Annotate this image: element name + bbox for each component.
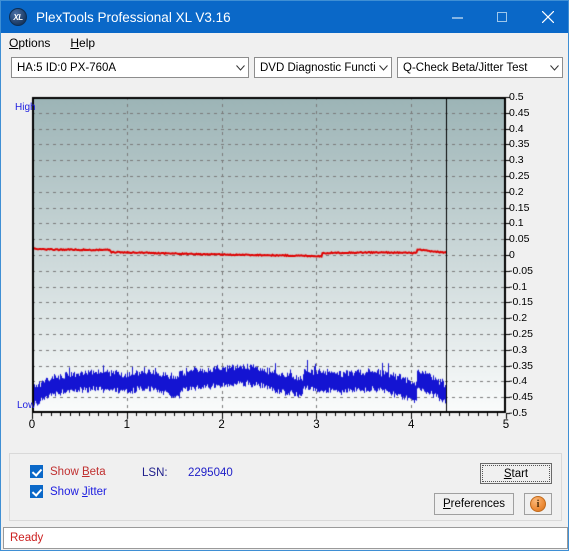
start-button[interactable]: Start: [480, 463, 552, 484]
x-axis-tick-label: 5: [502, 419, 510, 431]
y-axis-tick-label: 0.5: [509, 91, 524, 103]
checkbox-check-icon: [30, 465, 43, 478]
x-axis-tick-label: 2: [218, 419, 225, 431]
toolbar: HA:5 ID:0 PX-760A DVD Diagnostic Functio…: [1, 53, 568, 81]
y-axis-tick-label: -0.05: [509, 264, 533, 277]
show-jitter-label: Show Jitter: [50, 485, 107, 498]
bottom-controls-panel: Show Beta Show Jitter LSN: 2295040 Start…: [9, 453, 562, 521]
y-axis-tick-label: 0.25: [509, 170, 530, 182]
chart-panel: High Low 0.5 0.45 0.4 0.35 0.3 0.25 0.2 0.15 0.1…: [9, 87, 562, 443]
y-axis-tick-label: 0.1: [509, 217, 524, 230]
y-axis-tick-label: -0.1: [509, 280, 528, 293]
show-jitter-checkbox[interactable]: Show Jitter: [30, 485, 107, 498]
x-axis-tick-label: 3: [313, 419, 320, 431]
test-select-value: Q-Check Beta/Jitter Test: [403, 61, 528, 74]
test-select[interactable]: Q-Check Beta/Jitter Test: [397, 57, 563, 78]
window-controls: [435, 1, 568, 33]
y-axis-tick-label: 0.2: [509, 185, 524, 198]
x-axis-tick-label: 4: [407, 419, 415, 431]
menu-item-help[interactable]: Help: [70, 36, 95, 50]
y-axis-tick-label: 0.35: [509, 138, 530, 151]
plextools-app-icon: XL: [9, 8, 27, 26]
y-axis-tick-label: -0.4: [509, 375, 528, 388]
y-axis-tick-label: 0.4: [509, 122, 524, 135]
plextools-window: XL PlexTools Professional XL V3.16 Optio…: [0, 0, 569, 551]
lsn-value: 2295040: [188, 467, 233, 479]
beta-jitter-chart: [9, 87, 562, 443]
status-bar: Ready: [3, 527, 568, 549]
y-axis-tick-label: 0.45: [509, 106, 530, 119]
x-axis-tick-label: 0: [28, 419, 36, 431]
info-icon: i: [530, 496, 546, 512]
show-beta-checkbox[interactable]: Show Beta: [30, 465, 106, 478]
y-axis-tick-label: -0.3: [509, 343, 528, 356]
menu-item-options-label: ptions: [18, 36, 51, 50]
axis-label-low: Low: [17, 400, 36, 411]
y-axis-tick-label: 0.15: [509, 201, 530, 214]
y-axis-tick-label: -0.5: [509, 407, 528, 419]
y-axis-tick-label: -0.45: [509, 391, 533, 404]
status-text: Ready: [10, 532, 44, 544]
maximize-icon[interactable]: [480, 1, 525, 33]
y-axis-tick-label: -0.25: [509, 328, 533, 340]
chevron-down-icon: [375, 64, 391, 71]
drive-select-value: HA:5 ID:0 PX-760A: [17, 61, 117, 74]
show-beta-label: Show Beta: [50, 465, 106, 478]
minimize-icon[interactable]: [435, 1, 480, 33]
chevron-down-icon: [546, 64, 562, 71]
chevron-down-icon: [232, 64, 248, 71]
checkbox-check-icon: [30, 485, 43, 498]
preferences-button[interactable]: Preferences: [434, 493, 514, 515]
menu-item-help-label: elp: [79, 36, 96, 50]
lsn-label: LSN:: [142, 467, 168, 479]
y-axis-tick-label: -0.35: [509, 359, 533, 372]
drive-select[interactable]: HA:5 ID:0 PX-760A: [11, 57, 249, 78]
info-button[interactable]: i: [524, 493, 552, 515]
window-title: PlexTools Professional XL V3.16: [36, 9, 231, 25]
start-button-label: Start: [503, 467, 529, 480]
menu-bar: Options Help: [1, 33, 568, 53]
close-icon[interactable]: [525, 1, 568, 33]
y-axis-tick-label: 0.05: [509, 233, 530, 246]
title-bar: XL PlexTools Professional XL V3.16: [1, 1, 568, 33]
y-axis-tick-label: -0.2: [509, 312, 528, 325]
y-axis-tick-label: 0: [509, 249, 515, 261]
x-axis-tick-label: 1: [123, 419, 130, 431]
y-axis-tick-label: -0.15: [509, 296, 533, 309]
function-select[interactable]: DVD Diagnostic Functions: [254, 57, 392, 78]
preferences-button-label: Preferences: [442, 498, 505, 510]
menu-item-options[interactable]: Options: [9, 36, 50, 50]
axis-label-high: High: [15, 102, 36, 113]
y-axis-tick-label: 0.3: [509, 154, 524, 167]
function-select-value: DVD Diagnostic Functions: [260, 61, 375, 74]
